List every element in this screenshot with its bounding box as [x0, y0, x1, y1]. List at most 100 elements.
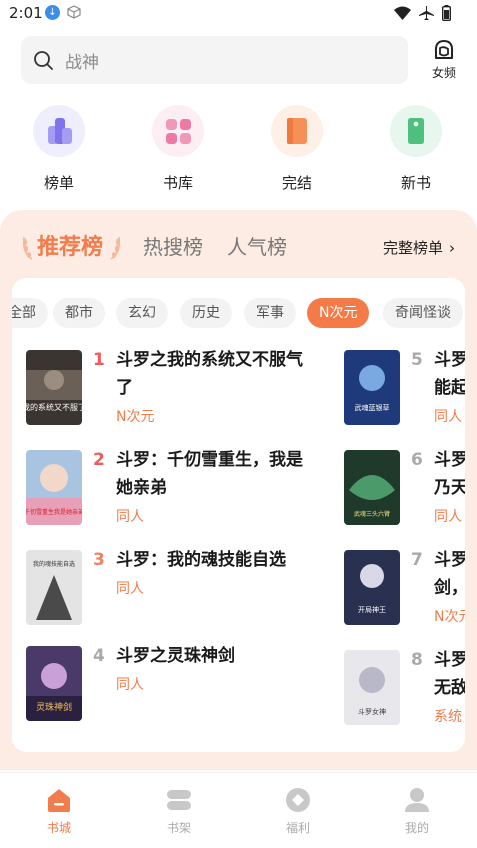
entry-finished[interactable]: 完结: [262, 105, 332, 193]
search-icon: [34, 51, 53, 70]
book-rank-3: 3: [93, 550, 105, 570]
book-cover-text-2: 千仞雪重生我是她亲弟: [26, 508, 82, 516]
laurel-left-icon: [22, 236, 33, 260]
nav-profile-label: 我的: [404, 821, 429, 835]
book-cover-4: 灵珠神剑: [26, 646, 82, 721]
chevron-right-icon: ›: [449, 239, 455, 257]
book-tag-6: 同人: [434, 509, 462, 525]
ranking-section: 推荐榜 热搜榜 人气榜 完整榜单 › 全部 都市 玄幻 历史 军事 N次元 奇闻怪…: [0, 210, 477, 770]
coin-icon: [286, 788, 310, 812]
book-cover-5: 武魂蓝银草: [344, 350, 400, 425]
nav-bookstore-label: 书城: [46, 821, 71, 835]
profile-icon: [405, 788, 429, 812]
status-indicators: [394, 4, 451, 22]
entry-new-books[interactable]: 新书: [381, 105, 451, 193]
wifi-icon: [394, 6, 411, 20]
book-title-3: 斗罗：我的魂技能自选: [116, 550, 286, 570]
book-tag-1: N次元: [116, 409, 155, 425]
book-item-4[interactable]: 灵珠神剑 4 斗罗之灵珠神剑 同人: [26, 646, 326, 726]
book-rank-8: 8: [411, 650, 423, 670]
book-item-2[interactable]: 千仞雪重生我是她亲弟 2 斗罗：千仞雪重生，我是她亲弟 同人: [26, 450, 326, 530]
book-title-6: 斗罗乃天: [434, 450, 465, 498]
laurel-right-icon: [110, 236, 121, 260]
nav-profile[interactable]: 我的: [387, 787, 447, 836]
nav-bookshelf-label: 书架: [166, 821, 191, 835]
entry-library-label: 书库: [162, 174, 193, 192]
category-chips: 全部 都市 玄幻 历史 军事 N次元 奇闻怪谈: [12, 298, 465, 330]
nav-bookshelf[interactable]: 书架: [149, 787, 209, 836]
book-rank-2: 2: [93, 450, 105, 470]
book-title-7: 斗罗剑，: [434, 550, 465, 598]
tab-recommend[interactable]: 推荐榜: [37, 229, 103, 261]
full-ranking-label: 完整榜单: [382, 239, 443, 257]
chip-history[interactable]: 历史: [180, 298, 232, 328]
ranking-list-card: 全部 都市 玄幻 历史 军事 N次元 奇闻怪谈 我的系统又不服了: [12, 278, 465, 752]
book-item-5[interactable]: 武魂蓝银草 5 斗罗能起 同人: [344, 350, 465, 430]
book-cover-text-8: 斗罗女神: [358, 707, 386, 716]
book-cover-3: 我的魂技能自选: [26, 550, 82, 625]
bottom-nav: 书城 书架 福利 我的: [0, 772, 477, 848]
download-icon: ↓: [45, 5, 60, 20]
book-rank-6: 6: [411, 450, 423, 470]
chip-n-dimension[interactable]: N次元: [307, 298, 370, 328]
entry-new-books-label: 新书: [400, 174, 431, 192]
search-bar[interactable]: 战神: [21, 36, 408, 84]
chip-fantasy[interactable]: 玄幻: [116, 298, 168, 328]
tab-popularity[interactable]: 人气榜: [227, 231, 287, 260]
book-item-3[interactable]: 我的魂技能自选 3 斗罗：我的魂技能自选 同人: [26, 550, 326, 630]
female-channel-icon: [434, 40, 454, 59]
book-title-5: 斗罗能起: [434, 350, 465, 398]
chip-urban[interactable]: 都市: [53, 298, 105, 328]
book-item-7[interactable]: 开局神王 7 斗罗剑， N次元: [344, 550, 465, 630]
book-cover-7: 开局神王: [344, 550, 400, 625]
status-bar: 2:01 ↓: [0, 0, 477, 28]
entry-ranking-label: 榜单: [43, 174, 74, 192]
nav-bookstore[interactable]: 书城: [29, 787, 89, 836]
book-title-2: 斗罗：千仞雪重生，我是她亲弟: [116, 450, 303, 498]
book-cover-text-5: 武魂蓝银草: [355, 403, 390, 412]
book-cover-8: 斗罗女神: [344, 650, 400, 725]
book-cover-1: 我的系统又不服了: [26, 350, 82, 425]
book-rank-4: 4: [93, 646, 105, 666]
tab-hot-search[interactable]: 热搜榜: [143, 231, 203, 260]
book-cover-2: 千仞雪重生我是她亲弟: [26, 450, 82, 525]
chip-strange-tales[interactable]: 奇闻怪谈: [383, 298, 463, 328]
book-title-1: 斗罗之我的系统又不服气了: [116, 350, 303, 398]
book-item-1[interactable]: 我的系统又不服了 1 斗罗之我的系统又不服气了 N次元: [26, 350, 326, 430]
book-cover-6: 武魂三头六臂: [344, 450, 400, 525]
book-tag-2: 同人: [116, 509, 144, 525]
book-tag-4: 同人: [116, 677, 144, 693]
book-cover-text-4: 灵珠神剑: [36, 701, 72, 713]
book-tag-8: 系统: [434, 709, 462, 725]
airplane-icon: [419, 5, 434, 20]
book-tag-3: 同人: [116, 581, 144, 597]
bookshelf-icon: [167, 790, 191, 810]
book-title-8: 斗罗无敌: [434, 650, 465, 698]
new-book-tag-icon: [390, 105, 442, 157]
book-rank-7: 7: [411, 550, 423, 570]
library-grid-icon: [152, 105, 204, 157]
book-cover-text-1: 我的系统又不服了: [26, 402, 82, 412]
book-item-8[interactable]: 斗罗女神 8 斗罗无敌 系统: [344, 650, 465, 730]
cube-icon: [67, 5, 81, 19]
quick-entries: 榜单 书库 完结 新书: [0, 105, 477, 195]
nav-welfare-label: 福利: [285, 821, 310, 835]
book-tag-5: 同人: [434, 409, 462, 425]
full-ranking-link[interactable]: 完整榜单 ›: [383, 237, 455, 258]
bookstore-page: 2:01 ↓ 战神 女频 榜单 书库 完结 新书 推荐榜 热搜榜 人气榜 完整榜…: [0, 0, 477, 848]
nav-welfare[interactable]: 福利: [268, 787, 328, 836]
home-icon: [48, 789, 70, 812]
gender-switch-button[interactable]: 女频: [424, 36, 464, 84]
book-title-4: 斗罗之灵珠神剑: [116, 646, 235, 666]
book-rank-1: 1: [93, 350, 105, 370]
book-item-6[interactable]: 武魂三头六臂 6 斗罗乃天 同人: [344, 450, 465, 530]
entry-library[interactable]: 书库: [143, 105, 213, 193]
entry-finished-label: 完结: [281, 174, 312, 192]
finished-book-icon: [271, 105, 323, 157]
book-cover-text-3: 我的魂技能自选: [33, 560, 75, 568]
entry-ranking[interactable]: 榜单: [24, 105, 94, 193]
search-placeholder: 战神: [65, 53, 99, 73]
chip-military[interactable]: 军事: [244, 298, 296, 328]
chip-all[interactable]: 全部: [12, 298, 48, 328]
book-tag-7: N次元: [434, 609, 465, 625]
